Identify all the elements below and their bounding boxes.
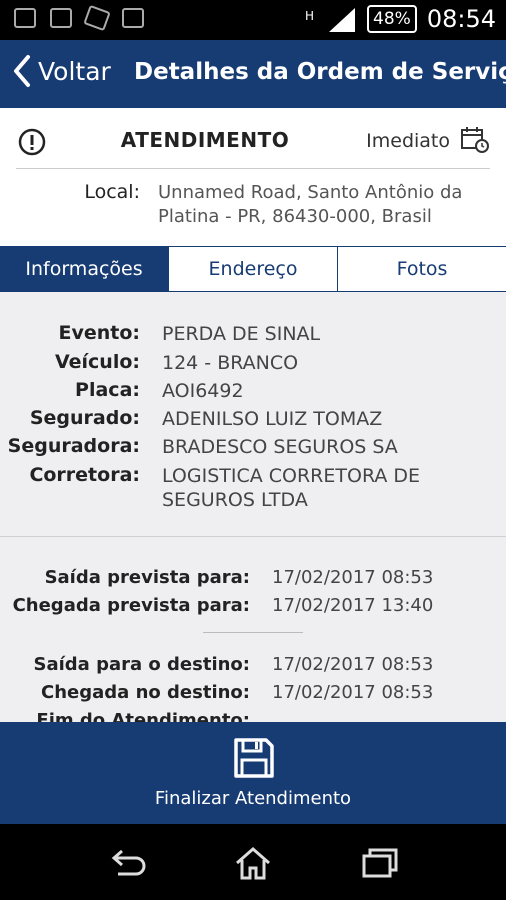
finish-attendance-button[interactable]: Finalizar Atendimento <box>0 722 506 824</box>
finish-attendance-label: Finalizar Atendimento <box>154 788 352 809</box>
image-notification-icon <box>14 8 36 28</box>
info-value: ADENILSO LUIZ TOMAZ <box>162 408 383 430</box>
save-icon <box>234 738 274 778</box>
tab-fotos[interactable]: Fotos <box>337 247 506 291</box>
card-notification-icon <box>50 8 72 28</box>
section-divider <box>0 536 506 537</box>
header-divider <box>16 168 490 169</box>
status-bar: H 48% 08:54 <box>0 0 506 40</box>
info-value: PERDA DE SINAL <box>162 323 321 345</box>
back-button[interactable]: Voltar <box>12 54 111 88</box>
actual-value: 17/02/2017 08:53 <box>272 682 434 703</box>
info-value: BRADESCO SEGUROS SA <box>162 436 398 458</box>
recents-nav-icon[interactable] <box>360 846 400 878</box>
schedule-value: 17/02/2017 13:40 <box>272 595 434 616</box>
actual-value: 17/02/2017 08:53 <box>272 654 434 675</box>
signal-icon: H <box>305 8 356 32</box>
info-label: Segurado: <box>29 407 140 429</box>
attendance-row: ATENDIMENTO Imediato <box>0 108 506 168</box>
tab-informacoes[interactable]: Informações <box>0 247 168 291</box>
short-divider <box>203 632 303 633</box>
service-order-header: ATENDIMENTO Imediato Local: Unnamed Road… <box>0 108 506 246</box>
priority-label: Imediato <box>366 130 450 152</box>
schedule-label: Saída prevista para: <box>44 567 250 588</box>
actual-label: Chegada no destino: <box>41 682 250 703</box>
local-value: Unnamed Road, Santo Antônio da Platina -… <box>158 182 463 227</box>
info-value: AOI6492 <box>162 380 244 402</box>
actual-label: Saída para o destino: <box>33 654 251 675</box>
system-nav-bar <box>0 824 506 900</box>
schedule-label: Chegada prevista para: <box>12 595 250 616</box>
info-label: Veículo: <box>54 351 140 373</box>
actual-label: Fim do Atendimento: <box>36 710 250 722</box>
calendar-clock-icon <box>461 127 489 153</box>
info-label: Evento: <box>58 322 140 344</box>
info-value: 124 - BRANCO <box>162 352 299 374</box>
battery-indicator: 48% <box>367 5 417 33</box>
schedule-value: 17/02/2017 08:53 <box>272 567 434 588</box>
phone-notification-icon <box>83 4 111 32</box>
home-nav-icon[interactable] <box>234 846 272 880</box>
system-indicators: H 48% 08:54 <box>305 5 496 33</box>
info-label: Corretora: <box>29 464 140 486</box>
app-bar: Voltar Detalhes da Ordem de Serviço <box>0 40 506 108</box>
chat-notification-icon <box>122 8 144 28</box>
clock: 08:54 <box>426 5 496 33</box>
local-label: Local: <box>84 181 140 203</box>
page-title: Detalhes da Ordem de Serviço <box>134 59 506 85</box>
info-label: Placa: <box>75 379 140 401</box>
chevron-left-icon <box>14 55 30 87</box>
back-label: Voltar <box>38 56 111 86</box>
tab-bar: Informações Endereço Fotos <box>0 246 506 292</box>
info-label: Seguradora: <box>7 435 140 457</box>
tab-endereco[interactable]: Endereço <box>168 247 337 291</box>
notification-icons <box>14 4 144 32</box>
info-panel[interactable]: Evento: PERDA DE SINAL Veículo: 124 - BR… <box>0 292 506 722</box>
svg-text:H: H <box>305 9 314 23</box>
attendance-title: ATENDIMENTO <box>120 128 290 152</box>
back-nav-icon[interactable] <box>108 846 148 878</box>
info-value: LOGISTICA CORRETORA DE SEGUROS LTDA <box>162 465 421 511</box>
